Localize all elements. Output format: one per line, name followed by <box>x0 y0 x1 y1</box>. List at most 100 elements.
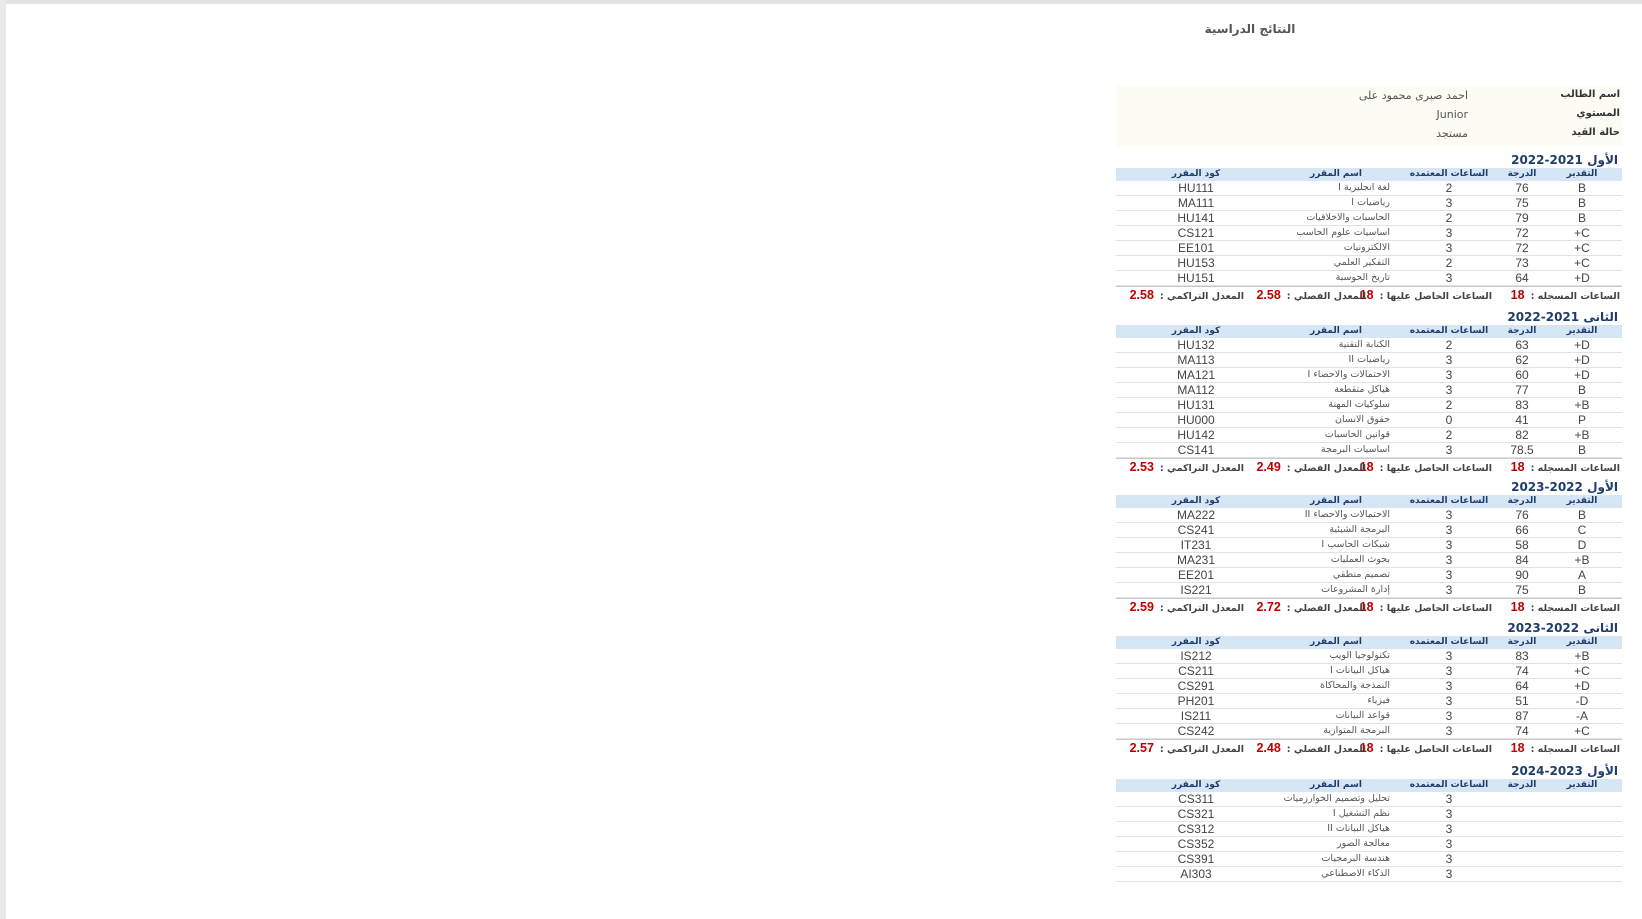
degree-column-header: الدرجة <box>1502 636 1542 649</box>
registered-hours-value: 18 <box>1510 741 1525 755</box>
cumulative-gpa-label: المعدل التراكمي : <box>1159 744 1244 755</box>
table-row: D+ 62 3 رياضيات II MA113 <box>1116 352 1622 368</box>
course-grade <box>1542 806 1622 822</box>
registered-hours-group: الساعات المسجله : 18 <box>1511 288 1620 302</box>
term-title: الثانى 2021-2022 <box>1507 310 1618 324</box>
course-name: تاريخ الحوسبة <box>1276 270 1396 286</box>
cumulative-gpa-group: المعدل التراكمي : 2.58 <box>1130 288 1244 302</box>
course-name: شبكات الحاسب I <box>1276 537 1396 553</box>
registered-hours-label: الساعات المسجله : <box>1530 291 1620 302</box>
courses-table: التقدير الدرجة الساعات المعتمده اسم المقرر ك… <box>1116 168 1622 286</box>
course-degree: 60 <box>1502 367 1542 383</box>
term-gpa-group: المعدل الفصلي : 2.58 <box>1256 288 1366 302</box>
course-grade: C+ <box>1542 225 1622 241</box>
course-degree: 77 <box>1502 382 1542 398</box>
course-hours: 3 <box>1396 678 1502 694</box>
course-grade: C+ <box>1542 240 1622 256</box>
course-hours: 3 <box>1396 806 1502 822</box>
course-code: CS141 <box>1116 442 1276 458</box>
term-title: الثانى 2022-2023 <box>1507 621 1618 635</box>
course-code: CS211 <box>1116 663 1276 679</box>
student-level-row: المستوي Junior <box>1116 105 1622 124</box>
term-gpa-label: المعدل الفصلي : <box>1286 291 1366 302</box>
term-gpa-value: 2.58 <box>1256 288 1281 302</box>
course-name: لغة انجليزية I <box>1276 181 1396 196</box>
term-gpa-label: المعدل الفصلي : <box>1286 603 1366 614</box>
course-name: البرمجة الشيئية <box>1276 522 1396 538</box>
term-section: الثانى 2022-2023 التقدير الدرجة الساعات الم… <box>1116 621 1622 756</box>
table-row: C+ 74 3 البرمجة المتوازية CS242 <box>1116 723 1622 739</box>
student-info-panel: اسم الطالب احمد صبرى محمود على المستوي J… <box>1116 86 1622 146</box>
course-code: HU132 <box>1116 338 1276 353</box>
course-name: رياضيات I <box>1276 195 1396 211</box>
term-gpa-group: المعدل الفصلي : 2.48 <box>1256 741 1366 755</box>
course-degree: 83 <box>1502 397 1542 413</box>
courses-table: التقدير الدرجة الساعات المعتمده اسم المقرر ك… <box>1116 325 1622 458</box>
registered-hours-group: الساعات المسجله : 18 <box>1511 741 1620 755</box>
course-degree: 82 <box>1502 427 1542 443</box>
course-code: CS241 <box>1116 522 1276 538</box>
course-degree: 74 <box>1502 663 1542 679</box>
term-summary: الساعات المسجله : 18 الساعات الحاصل عليها … <box>1116 598 1622 615</box>
term-gpa-group: المعدل الفصلي : 2.49 <box>1256 460 1366 474</box>
table-row: 3 تحليل وتصميم الخوارزميات CS311 <box>1116 792 1622 807</box>
course-name: إدارة المشروعات <box>1276 582 1396 598</box>
table-row: B 75 3 رياضيات I MA111 <box>1116 195 1622 211</box>
registered-hours-group: الساعات المسجله : 18 <box>1511 460 1620 474</box>
table-row: D+ 63 2 الكتابة التقنية HU132 <box>1116 338 1622 353</box>
table-header-row: التقدير الدرجة الساعات المعتمده اسم المقرر ك… <box>1116 495 1622 508</box>
course-name: هياكل البيانات I <box>1276 663 1396 679</box>
course-name: الالكترونيات <box>1276 240 1396 256</box>
table-row: D- 51 3 فيزياء PH201 <box>1116 693 1622 709</box>
earned-hours-label: الساعات الحاصل عليها : <box>1379 463 1492 474</box>
course-code: MA113 <box>1116 352 1276 368</box>
grade-column-header: التقدير <box>1542 779 1622 792</box>
course-degree: 72 <box>1502 225 1542 241</box>
course-code: HU141 <box>1116 210 1276 226</box>
course-grade: B <box>1542 582 1622 598</box>
student-name-value: احمد صبرى محمود على <box>1358 89 1468 102</box>
table-row: C+ 72 3 الالكترونيات EE101 <box>1116 240 1622 256</box>
table-row: B+ 82 2 قوانين الحاسبات HU142 <box>1116 427 1622 443</box>
course-degree: 76 <box>1502 508 1542 523</box>
table-row: P 41 0 حقوق الانسان HU000 <box>1116 412 1622 428</box>
course-grade: B <box>1542 210 1622 226</box>
course-grade: A <box>1542 567 1622 583</box>
course-grade: D+ <box>1542 367 1622 383</box>
course-name-column-header: اسم المقرر <box>1276 325 1396 338</box>
table-row: D+ 64 3 تاريخ الحوسبة HU151 <box>1116 270 1622 286</box>
table-row: D+ 64 3 النمذجة والمحاكاة CS291 <box>1116 678 1622 694</box>
course-name: هندسة البرمجيات <box>1276 851 1396 867</box>
table-row: B 75 3 إدارة المشروعات IS221 <box>1116 582 1622 598</box>
course-code: CS311 <box>1116 792 1276 807</box>
degree-column-header: الدرجة <box>1502 325 1542 338</box>
course-name: تصميم منطقي <box>1276 567 1396 583</box>
course-name: فيزياء <box>1276 693 1396 709</box>
registered-hours-label: الساعات المسجله : <box>1530 744 1620 755</box>
student-level-label: المستوي <box>1576 108 1620 119</box>
course-grade: C <box>1542 522 1622 538</box>
term-section: الأول 2021-2022 التقدير الدرجة الساعات المع… <box>1116 153 1622 303</box>
course-name: حقوق الانسان <box>1276 412 1396 428</box>
table-row: 3 الذكاء الاصطناعي AI303 <box>1116 866 1622 882</box>
course-grade <box>1542 866 1622 882</box>
course-name: سلوكيات المهنة <box>1276 397 1396 413</box>
course-name: هياكل متقطعة <box>1276 382 1396 398</box>
courses-table: التقدير الدرجة الساعات المعتمده اسم المقرر ك… <box>1116 636 1622 739</box>
course-name: قوانين الحاسبات <box>1276 427 1396 443</box>
term-gpa-value: 2.49 <box>1256 460 1281 474</box>
table-header-row: التقدير الدرجة الساعات المعتمده اسم المقرر ك… <box>1116 636 1622 649</box>
course-grade: C+ <box>1542 255 1622 271</box>
course-code: IS221 <box>1116 582 1276 598</box>
table-row: B+ 84 3 بحوث العمليات MA231 <box>1116 552 1622 568</box>
course-name: تكنولوجيا الويب <box>1276 649 1396 664</box>
top-edge-rule <box>6 0 1642 4</box>
course-degree: 90 <box>1502 567 1542 583</box>
course-hours: 3 <box>1396 508 1502 523</box>
term-gpa-label: المعدل الفصلي : <box>1286 463 1366 474</box>
course-name: الاحتمالات والاحصاء II <box>1276 508 1396 523</box>
course-degree: 58 <box>1502 537 1542 553</box>
table-row: D+ 60 3 الاحتمالات والاحصاء I MA121 <box>1116 367 1622 383</box>
earned-hours-group: الساعات الحاصل عليها :18 <box>1360 741 1492 755</box>
registered-hours-value: 18 <box>1510 600 1525 614</box>
